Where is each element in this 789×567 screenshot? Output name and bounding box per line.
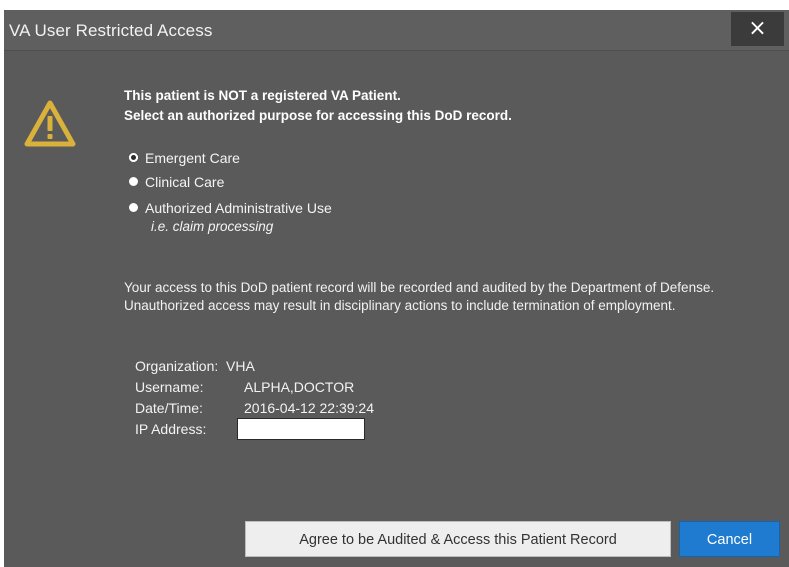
info-value: 2016-04-12 22:39:24 [244, 400, 374, 416]
close-button[interactable]: × [731, 12, 784, 46]
info-label: Username: [135, 379, 204, 395]
warning-triangle-icon [24, 100, 76, 147]
radio-label: Authorized Administrative Use [145, 200, 332, 216]
radio-selected-icon[interactable] [129, 153, 138, 162]
audit-notice: Your access to this DoD patient record w… [124, 280, 715, 313]
radio-unselected-icon[interactable] [129, 177, 138, 186]
warning-message: This patient is NOT a registered VA Pati… [124, 86, 512, 126]
info-label: Organization: [135, 358, 219, 374]
info-value: VHA [226, 358, 255, 374]
radio-label: Emergent Care [145, 150, 240, 166]
warning-line-1: This patient is NOT a registered VA Pati… [124, 88, 401, 103]
dialog-title: VA User Restricted Access [9, 21, 213, 40]
dialog-titlebar: VA User Restricted Access × [4, 10, 789, 51]
info-label: Date/Time: [135, 400, 203, 416]
restricted-access-dialog: VA User Restricted Access × This patient… [4, 10, 789, 567]
ip-address-field [237, 418, 365, 440]
radio-label: Clinical Care [145, 174, 225, 190]
info-value: ALPHA,DOCTOR [244, 379, 355, 395]
radio-sublabel: i.e. claim processing [151, 219, 274, 234]
warning-line-2: Select an authorized purpose for accessi… [124, 108, 512, 123]
radio-unselected-icon[interactable] [129, 203, 138, 212]
cancel-button[interactable]: Cancel [679, 521, 780, 557]
info-label: IP Address: [135, 421, 207, 437]
agree-access-button[interactable]: Agree to be Audited & Access this Patien… [245, 521, 671, 557]
